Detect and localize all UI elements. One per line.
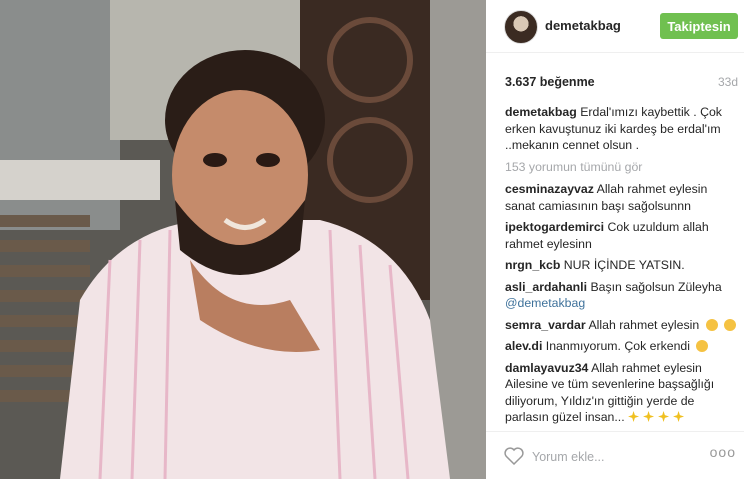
list-item: alev.di Inanmıyorum. Çok erkendi [505, 338, 737, 355]
sad-face-emoji-icon [724, 318, 737, 331]
comment-bar: Yorum ekle... ooo [486, 431, 744, 480]
comment-text: Allah rahmet eylesin [588, 317, 700, 332]
sparkle-emoji-icon [643, 411, 655, 422]
sparkle-emoji-icon [673, 411, 685, 422]
more-options-icon[interactable]: ooo [710, 444, 736, 460]
comment-list[interactable]: demetakbag Erdal'ımızı kaybettik . Çok e… [505, 104, 737, 432]
comment-username[interactable]: nrgn_kcb [505, 258, 560, 272]
post-photo [0, 0, 486, 479]
comment-username[interactable]: damlayavuz34 [505, 361, 588, 375]
post-header: demetakbag Takiptesin [486, 0, 744, 53]
list-item: asli_ardahanli Başın sağolsun Züleyha @d… [505, 279, 737, 312]
post-sidebar: demetakbag Takiptesin 3.637 beğenme 33d … [486, 0, 744, 479]
follow-button[interactable]: Takiptesin [660, 13, 738, 39]
comment-username[interactable]: asli_ardahanli [505, 280, 587, 294]
add-comment-input[interactable]: Yorum ekle... [532, 450, 605, 464]
sparkle-emoji-icon [628, 411, 640, 422]
heart-icon[interactable] [504, 447, 524, 470]
mention-link[interactable]: @demetakbag [505, 296, 585, 310]
portrait-photo [0, 0, 486, 479]
list-item: nrgn_kcb NUR İÇİNDE YATSIN. [505, 257, 737, 274]
post-age[interactable]: 33d [718, 75, 738, 89]
comment-username[interactable]: semra_vardar [505, 318, 586, 332]
list-item: semra_vardar Allah rahmet eylesin [505, 317, 737, 334]
sad-face-emoji-icon [705, 318, 718, 331]
comment-username[interactable]: alev.di [505, 339, 542, 353]
comment-text: Inanmıyorum. Çok erkendi [545, 339, 691, 353]
comment-username[interactable]: cesminazayvaz [505, 182, 594, 196]
sad-face-emoji-icon [696, 340, 709, 352]
comment-text: Başın sağolsun Züleyha [590, 279, 722, 294]
list-item: cesminazayvaz Allah rahmet eylesin sanat… [505, 181, 737, 214]
username-link[interactable]: demetakbag [545, 18, 621, 33]
list-item: damlayavuz34 Allah rahmet eylesin Ailesi… [505, 360, 737, 426]
view-all-comments-link[interactable]: 153 yorumun tümünü gör [505, 159, 737, 176]
caption: demetakbag Erdal'ımızı kaybettik . Çok e… [505, 104, 737, 154]
caption-username[interactable]: demetakbag [505, 105, 577, 119]
comment-username[interactable]: ipektogardemirci [505, 220, 604, 234]
list-item: ipektogardemirci Cok uzuldum allah rahme… [505, 219, 737, 252]
comment-text: NUR İÇİNDE YATSIN. [563, 258, 685, 272]
sparkle-emoji-icon [658, 411, 670, 422]
likes-count[interactable]: 3.637 beğenme [505, 75, 595, 89]
avatar[interactable] [504, 10, 538, 44]
